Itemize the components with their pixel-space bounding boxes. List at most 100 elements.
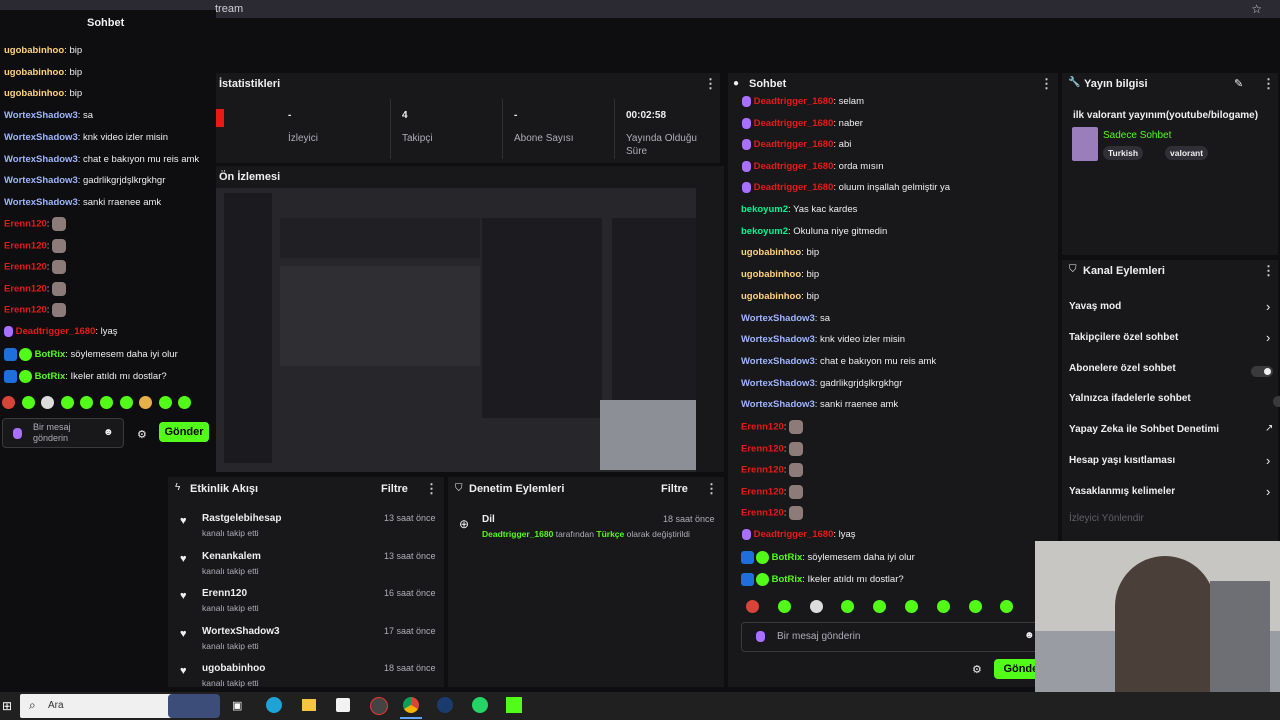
channel-action-label[interactable]: Hesap yaşı kısıtlaması (1069, 455, 1175, 466)
main-emoji-icon[interactable]: ☻ (1024, 630, 1035, 641)
chat-username[interactable]: ugobabinhoo (741, 291, 801, 302)
emote-icon[interactable] (968, 600, 982, 613)
main-chat-menu-icon[interactable]: ⋮ (1040, 76, 1053, 92)
emote-icon[interactable] (100, 396, 113, 409)
emote-icon[interactable] (777, 600, 791, 613)
kick-app-icon[interactable] (506, 697, 522, 713)
emote-icon[interactable] (2, 396, 15, 409)
chat-username[interactable]: Erenn120 (4, 240, 47, 251)
moderation-filter-button[interactable]: Filtre (661, 483, 688, 495)
app-icon[interactable] (370, 697, 388, 715)
chat-username[interactable]: Erenn120 (741, 508, 784, 519)
channel-action-label[interactable]: Takipçilere özel sohbet (1069, 332, 1178, 343)
chat-username[interactable]: WortexShadow3 (4, 175, 78, 186)
stream-category[interactable]: Sadece Sohbet (1103, 130, 1171, 141)
activity-username[interactable]: Rastgelebihesap (202, 513, 281, 524)
chat-username[interactable]: Deadtrigger_1680 (754, 161, 834, 172)
emote-icon[interactable] (139, 396, 153, 409)
chat-username[interactable]: ugobabinhoo (4, 88, 64, 99)
moderation-item-user[interactable]: Deadtrigger_1680 (482, 529, 553, 539)
chat-username[interactable]: Erenn120 (741, 443, 784, 454)
stream-tag[interactable]: Turkish (1103, 146, 1144, 160)
taskbar-search-box[interactable]: ⌕ Ara (20, 694, 190, 718)
chat-username[interactable]: Deadtrigger_1680 (754, 96, 834, 107)
main-settings-icon[interactable]: ⚙ (972, 663, 982, 676)
chat-username[interactable]: Erenn120 (741, 486, 784, 497)
channel-action-label[interactable]: Yavaş mod (1069, 301, 1121, 312)
activity-username[interactable]: Erenn120 (202, 588, 247, 599)
chat-username[interactable]: WortexShadow3 (4, 154, 78, 165)
stats-menu-icon[interactable]: ⋮ (704, 76, 717, 92)
activity-username[interactable]: ugobabinhoo (202, 663, 265, 674)
chevron-right-icon[interactable]: › (1266, 330, 1270, 345)
chat-username[interactable]: bekoyum2 (741, 204, 788, 215)
task-view-icon[interactable]: ▣ (232, 699, 242, 712)
main-chat-input[interactable]: Bir mesaj gönderin ☻ (741, 622, 1041, 652)
channel-action-label[interactable]: Yalnızca ifadelerle sohbet (1069, 393, 1191, 404)
chat-username[interactable]: Deadtrigger_1680 (16, 326, 96, 337)
emote-icon[interactable] (841, 600, 855, 613)
emote-icon[interactable] (809, 600, 823, 613)
stream-info-menu-icon[interactable]: ⋮ (1262, 76, 1275, 92)
channel-actions-menu-icon[interactable]: ⋮ (1262, 263, 1275, 279)
steam-icon[interactable] (437, 697, 453, 713)
emoji-icon[interactable]: ☻ (103, 427, 114, 438)
chat-username[interactable]: ugobabinhoo (741, 269, 801, 280)
chat-username[interactable]: Deadtrigger_1680 (754, 529, 834, 540)
activity-filter-button[interactable]: Filtre (381, 483, 408, 495)
chat-username[interactable]: Deadtrigger_1680 (754, 182, 834, 193)
chat-username[interactable]: Erenn120 (741, 465, 784, 476)
chat-username[interactable]: WortexShadow3 (4, 132, 78, 143)
chat-username[interactable]: WortexShadow3 (4, 110, 78, 121)
chat-username[interactable]: Deadtrigger_1680 (754, 118, 834, 129)
emote-icon[interactable] (21, 396, 35, 409)
activity-username[interactable]: WortexShadow3 (202, 626, 280, 637)
channel-action-label[interactable]: Yapay Zeka ile Sohbet Denetimi (1069, 424, 1219, 435)
activity-username[interactable]: Kenankalem (202, 551, 261, 562)
chat-username[interactable]: Erenn120 (4, 219, 47, 230)
emote-icon[interactable] (873, 600, 887, 613)
chat-username[interactable]: BotRix (772, 574, 803, 585)
chat-username[interactable]: ugobabinhoo (741, 247, 801, 258)
chat-username[interactable]: WortexShadow3 (741, 334, 815, 345)
chrome-icon[interactable] (403, 697, 419, 713)
emote-icon[interactable] (178, 396, 192, 409)
emote-icon[interactable] (119, 396, 133, 409)
chat-username[interactable]: BotRix (35, 371, 66, 382)
activity-menu-icon[interactable]: ⋮ (425, 481, 438, 497)
windows-start-icon[interactable]: ⊞ (2, 699, 12, 713)
chat-username[interactable]: Erenn120 (4, 305, 47, 316)
chat-username[interactable]: Erenn120 (4, 262, 47, 273)
toggle-switch[interactable] (1251, 365, 1273, 377)
popout-send-button[interactable]: Gönder (159, 422, 209, 442)
chat-username[interactable]: BotRix (35, 349, 66, 360)
chat-username[interactable]: Erenn120 (741, 422, 784, 433)
chat-username[interactable]: bekoyum2 (741, 226, 788, 237)
file-explorer-icon[interactable] (302, 699, 316, 711)
chat-username[interactable]: WortexShadow3 (741, 356, 815, 367)
emote-icon[interactable] (80, 396, 94, 409)
chevron-right-icon[interactable]: › (1266, 484, 1270, 499)
edge-icon[interactable] (266, 697, 282, 713)
chat-username[interactable]: WortexShadow3 (741, 399, 815, 410)
chat-username[interactable]: ugobabinhoo (4, 67, 64, 78)
chat-username[interactable]: WortexShadow3 (4, 197, 78, 208)
store-icon[interactable] (336, 698, 350, 712)
toggle-switch[interactable] (1273, 396, 1280, 408)
emote-icon[interactable] (158, 396, 172, 409)
moderation-menu-icon[interactable]: ⋮ (705, 481, 718, 497)
emote-icon[interactable] (936, 600, 950, 613)
chat-username[interactable]: WortexShadow3 (741, 378, 815, 389)
chat-username[interactable]: Deadtrigger_1680 (754, 139, 834, 150)
bookmark-star-icon[interactable]: ☆ (1251, 2, 1262, 16)
emote-icon[interactable] (746, 600, 759, 613)
weather-widget-icon[interactable] (168, 694, 220, 718)
chat-username[interactable]: WortexShadow3 (741, 313, 815, 324)
popout-chat-input[interactable]: Bir mesaj gönderin ☻ (2, 418, 124, 448)
stream-tag[interactable]: valorant (1165, 146, 1209, 160)
edit-pencil-icon[interactable]: ✎ (1234, 77, 1243, 90)
address-bar-text[interactable]: tream (215, 3, 243, 15)
external-link-icon[interactable]: ↗ (1265, 423, 1273, 434)
chevron-right-icon[interactable]: › (1266, 453, 1270, 468)
chat-username[interactable]: ugobabinhoo (4, 45, 64, 56)
